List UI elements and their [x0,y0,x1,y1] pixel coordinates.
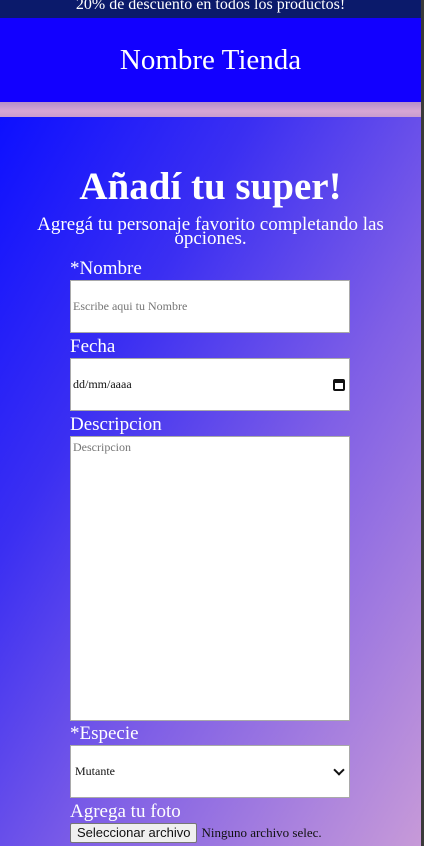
page-title: Añadí tu super! [79,165,342,208]
description-textarea[interactable] [70,436,350,721]
date-input[interactable]: dd/mm/aaaa [70,358,350,411]
name-input[interactable] [70,280,350,333]
chevron-down-icon [333,763,345,776]
species-label: *Especie [70,723,139,744]
name-label: *Nombre [70,258,142,279]
add-hero-form-section: Añadí tu super! Agregá tu personaje favo… [0,117,421,846]
calendar-icon[interactable] [333,378,345,391]
promo-banner: 20% de descuento en todos los productos! [0,0,421,18]
promo-text: 20% de descuento en todos los productos! [75,0,346,13]
date-placeholder: dd/mm/aaaa [73,377,132,391]
file-status: Ninguno archivo selec. [201,825,322,840]
site-header: Nombre Tienda [0,18,421,102]
species-select[interactable]: Mutante [70,745,350,798]
header-divider [0,102,421,117]
file-upload: Seleccionar archivo Ninguno archivo sele… [70,823,322,843]
description-label: Descripcion [70,414,162,435]
species-selected-value: Mutante [75,764,115,778]
photo-label: Agrega tu foto [70,801,181,822]
choose-file-button[interactable]: Seleccionar archivo [70,823,198,843]
store-name: Nombre Tienda [119,44,302,76]
date-label: Fecha [70,336,116,357]
page-subtitle: Agregá tu personaje favorito completando… [37,214,384,249]
